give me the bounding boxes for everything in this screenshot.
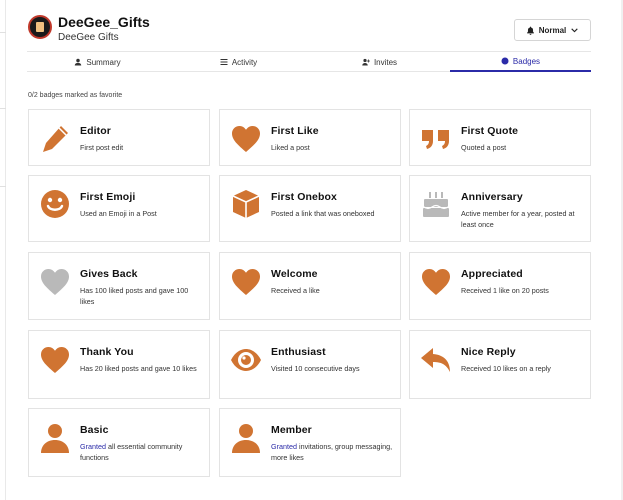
tab-invites[interactable]: Invites [309,52,450,72]
heart-icon [39,266,71,298]
user-icon [75,58,82,66]
badge-title: Basic [80,424,109,436]
heart-icon [230,123,262,155]
badge-description: Received 10 likes on a reply [461,364,551,373]
badge-card-enthusiast[interactable]: Enthusiast Visited 10 consecutive days [219,330,401,399]
badge-title: First Quote [461,125,519,137]
person-icon [39,422,71,454]
badge-description: Quoted a post [461,143,507,152]
badge-title: Appreciated [461,268,523,280]
badge-card-member[interactable]: Member Granted invitations, group messag… [219,408,401,477]
reply-icon [420,344,452,376]
badge-description: Visited 10 consecutive days [271,364,360,373]
profile-tabs: Summary Activity Invites Badges [27,51,591,72]
badge-title: Nice Reply [461,346,516,358]
badge-description: Received 1 like on 20 posts [461,286,549,295]
heart-icon [230,266,262,298]
badge-card-thank-you[interactable]: Thank You Has 20 liked posts and gave 10… [28,330,210,399]
badge-description: First post edit [80,143,124,152]
notification-level-label: Normal [538,25,567,35]
favorites-count: 0/2 badges marked as favorite [28,92,123,99]
bell-icon [526,26,534,35]
tab-label: Invites [373,57,398,67]
badge-description: Received a like [271,286,320,295]
badge-card-first-emoji[interactable]: First Emoji Used an Emoji in a Post [28,175,210,242]
tab-badges[interactable]: Badges [450,52,591,72]
badge-card-first-onebox[interactable]: First Onebox Posted a link that was oneb… [219,175,401,242]
left-gutter [0,0,6,500]
cube-icon [230,188,262,220]
granted-link[interactable]: Granted [80,442,106,451]
tab-label: Activity [231,57,258,67]
badge-description: Liked a post [271,143,310,152]
badge-title: Gives Back [80,268,138,280]
tab-label: Summary [86,57,121,67]
heart-icon [420,266,452,298]
cake-icon [420,188,452,220]
badge-card-appreciated[interactable]: Appreciated Received 1 like on 20 posts [409,252,591,320]
quote-icon [420,123,452,155]
badge-title: Member [271,424,312,436]
username[interactable]: DeeGee_Gifts [58,14,150,30]
chevron-down-icon [571,27,578,32]
badge-title: Thank You [80,346,134,358]
badge-description: Posted a link that was oneboxed [271,209,375,218]
badge-card-basic[interactable]: Basic Granted all essential community fu… [28,408,210,477]
tab-label: Badges [512,56,541,66]
badge-title: First Onebox [271,191,337,203]
badge-card-welcome[interactable]: Welcome Received a like [219,252,401,320]
heart-icon [39,344,71,376]
badge-title: Welcome [271,268,318,280]
smiley-icon [39,188,71,220]
tab-summary[interactable]: Summary [27,52,168,72]
badge-card-editor[interactable]: Editor First post edit [28,109,210,166]
badge-title: Editor [80,125,111,137]
badge-description: Has 20 liked posts and gave 10 likes [80,364,197,373]
gutter-divider [0,186,6,187]
badge-description: Granted invitations, group messaging, mo… [271,442,393,463]
person-icon [230,422,262,454]
avatar[interactable] [28,15,52,39]
notification-level-button[interactable]: Normal [514,19,591,41]
granted-link[interactable]: Granted [271,442,297,451]
badge-icon [501,57,509,65]
gutter-divider [0,108,6,109]
badge-description: Active member for a year, posted at leas… [461,209,575,229]
badge-title: First Like [271,125,319,137]
badge-description: Has 100 liked posts and gave 100 likes [80,286,189,306]
badge-card-first-like[interactable]: First Like Liked a post [219,109,401,166]
badge-card-nice-reply[interactable]: Nice Reply Received 10 likes on a reply [409,330,591,399]
eye-icon [230,344,262,376]
user-header: DeeGee_Gifts DeeGee Gifts Normal [27,13,591,49]
badge-card-anniversary[interactable]: Anniversary Active member for a year, po… [409,175,591,242]
badge-description: Used an Emoji in a Post [80,209,157,218]
tab-activity[interactable]: Activity [168,52,309,72]
badge-title: Anniversary [461,191,523,203]
badge-card-gives-back[interactable]: Gives Back Has 100 liked posts and gave … [28,252,210,320]
pencil-icon [39,123,71,155]
badge-card-first-quote[interactable]: First Quote Quoted a post [409,109,591,166]
user-plus-icon [362,58,370,66]
badge-title: Enthusiast [271,346,326,358]
badge-title: First Emoji [80,191,136,203]
gutter-divider [0,32,6,33]
badge-description: Granted all essential community function… [80,442,202,463]
list-icon [220,59,228,65]
full-name: DeeGee Gifts [58,32,119,43]
